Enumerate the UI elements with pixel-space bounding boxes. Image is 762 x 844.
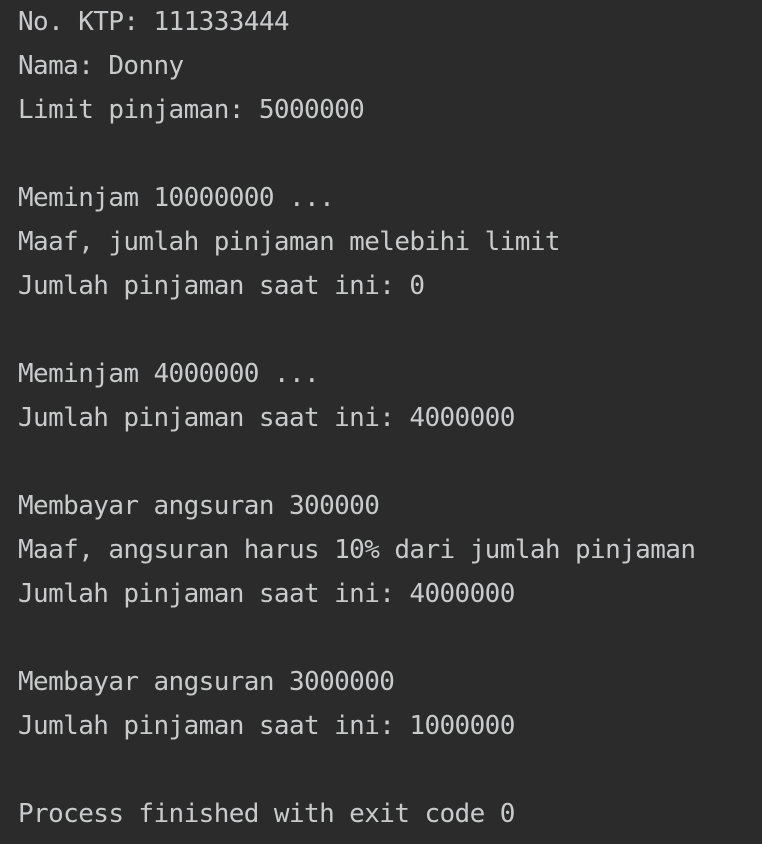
console-line-exit: Process finished with exit code 0 xyxy=(18,799,515,829)
console-line-status-3: Jumlah pinjaman saat ini: 4000000 xyxy=(18,579,515,609)
console-output: No. KTP: 111333444 Nama: Donny Limit pin… xyxy=(0,0,762,844)
console-line-pinjam-2: Meminjam 4000000 ... xyxy=(18,359,320,389)
console-line-error-angsuran: Maaf, angsuran harus 10% dari jumlah pin… xyxy=(18,535,696,565)
console-line-limit: Limit pinjaman: 5000000 xyxy=(18,95,365,125)
console-line-status-2: Jumlah pinjaman saat ini: 4000000 xyxy=(18,403,515,433)
console-line-status-1: Jumlah pinjaman saat ini: 0 xyxy=(18,271,425,301)
console-line-error-limit: Maaf, jumlah pinjaman melebihi limit xyxy=(18,227,561,257)
console-line-pinjam-1: Meminjam 10000000 ... xyxy=(18,183,335,213)
console-line-ktp: No. KTP: 111333444 xyxy=(18,7,290,37)
console-line-status-4: Jumlah pinjaman saat ini: 1000000 xyxy=(18,711,515,741)
console-line-nama: Nama: Donny xyxy=(18,51,184,81)
console-line-bayar-2: Membayar angsuran 3000000 xyxy=(18,667,395,697)
console-line-bayar-1: Membayar angsuran 300000 xyxy=(18,491,380,521)
